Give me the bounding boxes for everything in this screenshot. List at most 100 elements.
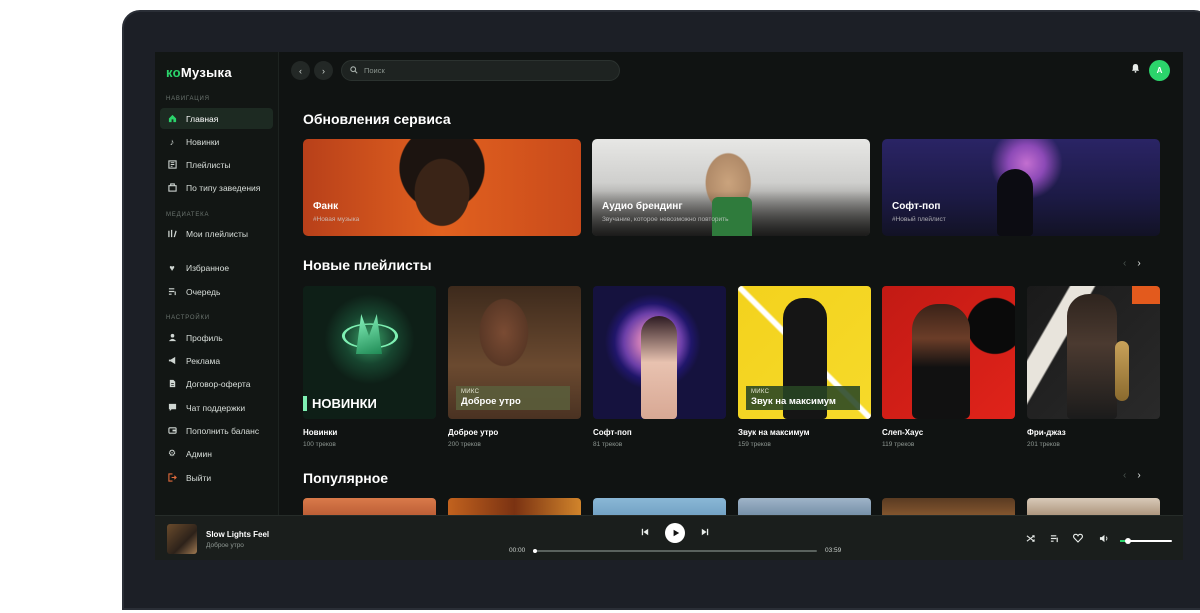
queue-icon[interactable] xyxy=(1050,534,1059,545)
play-button[interactable] xyxy=(665,523,685,543)
sidebar-item-home[interactable]: Главная xyxy=(160,108,273,129)
chevron-right-icon[interactable]: › xyxy=(1137,258,1140,269)
section-title-new-playlists: Новые плейлисты xyxy=(303,257,432,273)
player-bar: Slow Lights Feel Доброе утро 00:00 03:59 xyxy=(155,515,1183,560)
sidebar-item-label: Избранное xyxy=(186,262,230,273)
user-icon xyxy=(167,333,177,343)
carousel-arrows-popular: ‹ › xyxy=(1123,470,1141,481)
update-card-subtitle: #Новая музыка xyxy=(313,216,360,223)
chevron-left-icon: ‹ xyxy=(299,65,302,76)
orange-accent xyxy=(1132,286,1160,304)
sidebar-item-support-chat[interactable]: Чат поддержки xyxy=(160,397,273,418)
mix-title: Звук на максимум xyxy=(751,396,836,407)
sidebar-item-label: По типу заведения xyxy=(186,182,261,193)
section-label-library: Медиатека xyxy=(166,212,210,218)
volume-slider[interactable] xyxy=(1120,538,1172,544)
search-input[interactable] xyxy=(364,66,604,75)
sidebar-item-label: Чат поддержки xyxy=(186,402,246,413)
queue-icon xyxy=(167,287,177,297)
playlist-name: Софт-поп xyxy=(593,428,632,437)
top-bar: ‹ › А xyxy=(279,52,1183,90)
app-logo[interactable]: коМузыка xyxy=(166,65,232,80)
sidebar-item-label: Мои плейлисты xyxy=(186,228,249,239)
playlist-art xyxy=(882,286,1015,419)
playlist-track-count: 159 треков xyxy=(738,441,771,448)
heart-icon: ♥ xyxy=(169,262,175,273)
app-window: коМузыка Навигация Главная ♪ Новинки Пле… xyxy=(155,52,1183,560)
playlist-track-count: 200 треков xyxy=(448,441,481,448)
play-icon xyxy=(673,529,680,537)
chevron-right-icon[interactable]: › xyxy=(1137,470,1140,481)
playlist-card-good-morning[interactable]: МИКС Доброе утро Доброе утро 200 треков xyxy=(448,286,581,448)
bell-icon[interactable] xyxy=(1131,63,1140,76)
playlist-name: Слеп-Хаус xyxy=(882,428,924,437)
sidebar-item-my-playlists[interactable]: Мои плейлисты xyxy=(160,223,273,244)
sidebar-item-venue-type[interactable]: По типу заведения xyxy=(160,177,273,198)
playlist-card-free-jazz[interactable]: Фри-джаз 201 треков xyxy=(1027,286,1160,448)
search-icon xyxy=(350,65,358,76)
track-subtitle[interactable]: Доброе утро xyxy=(206,542,244,549)
shuffle-icon[interactable] xyxy=(1026,534,1035,545)
avatar[interactable]: А xyxy=(1149,60,1170,81)
search-bar[interactable] xyxy=(341,60,620,81)
sidebar-item-queue[interactable]: Очередь xyxy=(160,281,273,302)
home-icon xyxy=(167,114,177,124)
playlist-art-text: НОВИНКИ xyxy=(312,396,377,411)
mix-tag: МИКС xyxy=(461,389,480,395)
playlist-card-soft-pop[interactable]: Софт-поп 81 треков xyxy=(593,286,726,448)
playlist-name: Новинки xyxy=(303,428,338,437)
document-icon xyxy=(167,379,177,389)
chevron-right-icon: › xyxy=(322,65,325,76)
volume-knob[interactable] xyxy=(1124,538,1131,544)
section-label-settings: Настройки xyxy=(166,315,210,321)
playlist-card-new[interactable]: НОВИНКИ Новинки 100 треков xyxy=(303,286,436,448)
sidebar-item-ads[interactable]: Реклама xyxy=(160,350,273,371)
playlist-name: Звук на максимум xyxy=(738,428,810,437)
sidebar-item-offer[interactable]: Договор-оферта xyxy=(160,373,273,394)
chat-icon xyxy=(167,403,177,413)
track-title[interactable]: Slow Lights Feel xyxy=(206,530,269,539)
playlist-card-slap-house[interactable]: Слеп-Хаус 119 треков xyxy=(882,286,1015,448)
gear-icon: ⚙ xyxy=(167,448,177,458)
sidebar-item-label: Очередь xyxy=(186,286,221,297)
heart-icon[interactable] xyxy=(1073,533,1083,545)
mix-tag: МИКС xyxy=(751,389,770,395)
progress-knob[interactable] xyxy=(533,549,537,553)
sidebar-item-label: Новинки xyxy=(186,136,220,147)
track-cover[interactable] xyxy=(167,524,197,554)
sidebar-item-label: Админ xyxy=(186,448,212,459)
sidebar-item-top-up[interactable]: Пополнить баланс xyxy=(160,420,273,441)
forward-button[interactable]: › xyxy=(314,61,333,80)
sidebar-item-new[interactable]: ♪ Новинки xyxy=(160,131,273,152)
chevron-left-icon[interactable]: ‹ xyxy=(1123,470,1126,481)
playlist-track-count: 119 треков xyxy=(882,441,915,448)
sidebar-item-logout[interactable]: Выйти xyxy=(160,467,273,488)
section-label-navigation: Навигация xyxy=(166,96,210,102)
playlist-icon xyxy=(167,160,177,170)
sidebar-item-label: Главная xyxy=(186,113,219,124)
sidebar-item-profile[interactable]: Профиль xyxy=(160,327,273,348)
sidebar-item-admin[interactable]: ⚙ Админ xyxy=(160,443,273,464)
previous-icon[interactable] xyxy=(641,528,649,538)
playlist-art: НОВИНКИ xyxy=(303,286,436,419)
playlist-art xyxy=(593,286,726,419)
accent-bar xyxy=(303,396,307,411)
carousel-arrows-new: ‹ › xyxy=(1123,258,1141,269)
sidebar-item-playlists[interactable]: Плейлисты xyxy=(160,154,273,175)
venue-icon xyxy=(167,183,177,193)
library-icon xyxy=(167,229,177,239)
update-card-funk[interactable]: Фанк #Новая музыка xyxy=(303,139,581,236)
figure-silhouette xyxy=(1067,294,1117,419)
volume-icon[interactable] xyxy=(1099,534,1109,545)
playlist-track-count: 201 треков xyxy=(1027,441,1060,448)
progress-bar[interactable] xyxy=(533,549,817,553)
next-icon[interactable] xyxy=(701,528,709,538)
mix-label: МИКС Доброе утро xyxy=(456,386,570,410)
playlist-card-max-sound[interactable]: МИКС Звук на максимум Звук на максимум 1… xyxy=(738,286,871,448)
chevron-left-icon[interactable]: ‹ xyxy=(1123,258,1126,269)
figure-silhouette xyxy=(997,169,1033,236)
back-button[interactable]: ‹ xyxy=(291,61,310,80)
update-card-audio-branding[interactable]: Аудио брендинг Звучание, которое невозмо… xyxy=(592,139,870,236)
sidebar-item-favorites[interactable]: ♥ Избранное xyxy=(160,257,273,278)
update-card-soft-pop[interactable]: Софт-поп #Новый плейлист xyxy=(882,139,1160,236)
